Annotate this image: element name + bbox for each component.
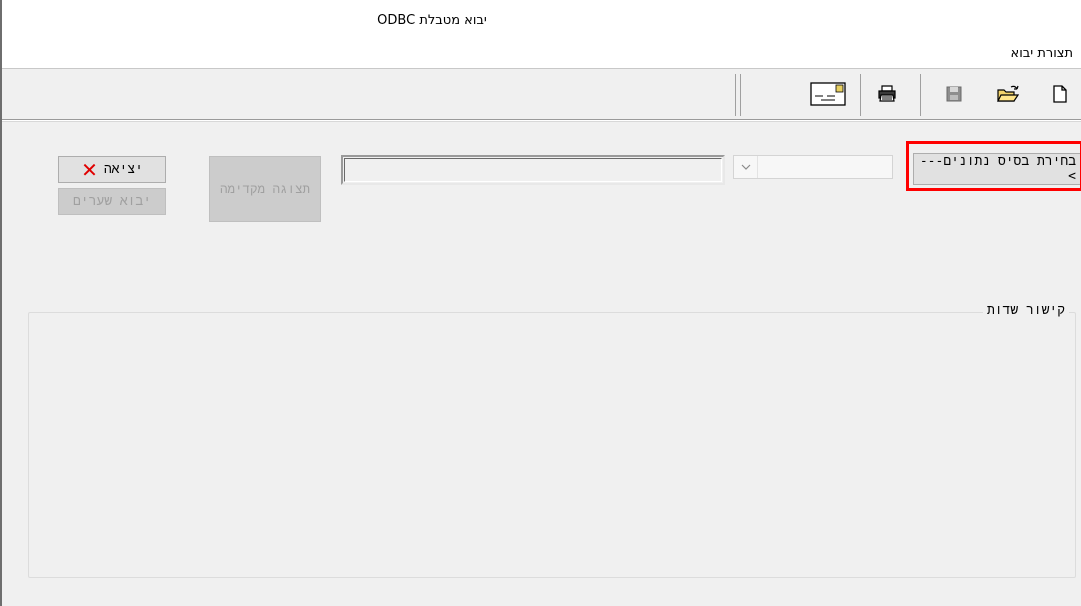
table-name-field[interactable] bbox=[341, 155, 725, 185]
import-rates-button[interactable]: יבוא שערים bbox=[58, 188, 166, 215]
preview-button[interactable]: תצוגה מקדימה bbox=[209, 156, 321, 222]
print-icon[interactable] bbox=[874, 81, 900, 107]
chevron-down-icon[interactable] bbox=[734, 156, 758, 178]
toolbar bbox=[2, 68, 1081, 120]
toolbar-separator bbox=[860, 74, 861, 116]
title-bar: יבוא מטבלת ODBC bbox=[2, 0, 1081, 40]
app-window: יבוא מטבלת ODBC תצורת יבוא בחירת בסיס נת bbox=[0, 0, 1081, 606]
table-name-field-inner bbox=[344, 158, 722, 182]
close-icon: ✕ bbox=[81, 157, 98, 182]
field-mapping-label: קישור שדות bbox=[982, 303, 1069, 318]
menu-bar: תצורת יבוא bbox=[2, 40, 1081, 66]
toolbar-separator bbox=[920, 74, 921, 116]
form-area: בחירת בסיס נתונים---> תצוגה מקדימה יציאה… bbox=[2, 121, 1081, 606]
toolbar-separator bbox=[735, 74, 736, 116]
field-mapping-group: קישור שדות bbox=[28, 303, 1076, 578]
save-icon[interactable] bbox=[941, 81, 967, 107]
window-title: יבוא מטבלת ODBC bbox=[377, 13, 487, 28]
database-combobox[interactable] bbox=[733, 155, 893, 179]
select-database-button[interactable]: בחירת בסיס נתונים---> bbox=[913, 153, 1081, 185]
exit-button-label: יציאה bbox=[103, 162, 143, 177]
envelope-icon[interactable] bbox=[808, 81, 848, 107]
open-folder-icon[interactable] bbox=[995, 81, 1021, 107]
exit-button[interactable]: יציאה ✕ bbox=[58, 156, 166, 183]
new-file-icon[interactable] bbox=[1047, 81, 1073, 107]
menu-import-config[interactable]: תצורת יבוא bbox=[1011, 46, 1073, 61]
toolbar-separator bbox=[740, 74, 741, 116]
